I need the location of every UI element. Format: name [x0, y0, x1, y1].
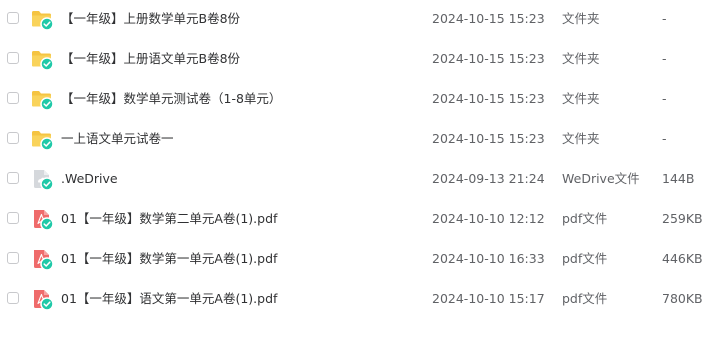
file-row[interactable]: 【一年级】上册语文单元B卷8份 2024-10-15 15:23 文件夹 - [0, 40, 728, 80]
file-name[interactable]: .WeDrive [61, 160, 118, 200]
file-type: pdf文件 [562, 251, 608, 266]
file-row[interactable]: 01【一年级】数学第一单元A卷(1).pdf 2024-10-10 16:33 … [0, 240, 728, 280]
pdf-icon [31, 288, 53, 310]
file-name[interactable]: 01【一年级】语文第一单元A卷(1).pdf [61, 280, 277, 320]
file-modified: 2024-10-15 15:23 [432, 91, 545, 106]
file-row[interactable]: 01【一年级】数学第二单元A卷(1).pdf 2024-10-10 12:12 … [0, 200, 728, 240]
row-checkbox[interactable] [7, 12, 19, 24]
file-size: - [662, 91, 667, 106]
file-size: - [662, 131, 667, 146]
file-modified: 2024-10-10 16:33 [432, 251, 545, 266]
file-size: 446KB [662, 251, 703, 266]
file-modified: 2024-10-15 15:23 [432, 131, 545, 146]
file-row[interactable]: .WeDrive 2024-09-13 21:24 WeDrive文件 144B [0, 160, 728, 200]
pdf-icon [31, 208, 53, 230]
file-type: pdf文件 [562, 211, 608, 226]
pdf-icon [31, 248, 53, 270]
row-checkbox[interactable] [7, 132, 19, 144]
row-checkbox[interactable] [7, 252, 19, 264]
row-checkbox[interactable] [7, 172, 19, 184]
file-type: 文件夹 [562, 51, 600, 66]
file-name[interactable]: 01【一年级】数学第一单元A卷(1).pdf [61, 240, 277, 280]
file-type: pdf文件 [562, 291, 608, 306]
file-modified: 2024-10-10 15:17 [432, 291, 545, 306]
folder-icon [31, 88, 53, 110]
file-type: WeDrive文件 [562, 171, 640, 186]
file-type: 文件夹 [562, 91, 600, 106]
generic-file-icon [31, 168, 53, 190]
file-modified: 2024-09-13 21:24 [432, 171, 545, 186]
file-type: 文件夹 [562, 131, 600, 146]
file-row[interactable]: 【一年级】数学单元测试卷（1-8单元） 2024-10-15 15:23 文件夹… [0, 80, 728, 120]
file-list: 【一年级】上册数学单元B卷8份 2024-10-15 15:23 文件夹 - 【… [0, 0, 728, 343]
file-row[interactable]: 【一年级】上册数学单元B卷8份 2024-10-15 15:23 文件夹 - [0, 0, 728, 40]
file-modified: 2024-10-15 15:23 [432, 51, 545, 66]
file-type: 文件夹 [562, 11, 600, 26]
file-name[interactable]: 一上语文单元试卷一 [61, 120, 174, 160]
file-modified: 2024-10-10 12:12 [432, 211, 545, 226]
file-name[interactable]: 【一年级】上册语文单元B卷8份 [61, 40, 240, 80]
file-size: 144B [662, 171, 695, 186]
folder-icon [31, 8, 53, 30]
folder-icon [31, 48, 53, 70]
file-modified: 2024-10-15 15:23 [432, 11, 545, 26]
file-size: - [662, 11, 667, 26]
row-checkbox[interactable] [7, 92, 19, 104]
file-name[interactable]: 01【一年级】数学第二单元A卷(1).pdf [61, 200, 277, 240]
row-checkbox[interactable] [7, 292, 19, 304]
folder-icon [31, 128, 53, 150]
row-checkbox[interactable] [7, 212, 19, 224]
file-row[interactable]: 01【一年级】语文第一单元A卷(1).pdf 2024-10-10 15:17 … [0, 280, 728, 320]
file-row[interactable]: 一上语文单元试卷一 2024-10-15 15:23 文件夹 - [0, 120, 728, 160]
file-size: - [662, 51, 667, 66]
row-checkbox[interactable] [7, 52, 19, 64]
file-size: 780KB [662, 291, 703, 306]
file-size: 259KB [662, 211, 703, 226]
file-name[interactable]: 【一年级】上册数学单元B卷8份 [61, 0, 240, 40]
file-name[interactable]: 【一年级】数学单元测试卷（1-8单元） [61, 80, 281, 120]
